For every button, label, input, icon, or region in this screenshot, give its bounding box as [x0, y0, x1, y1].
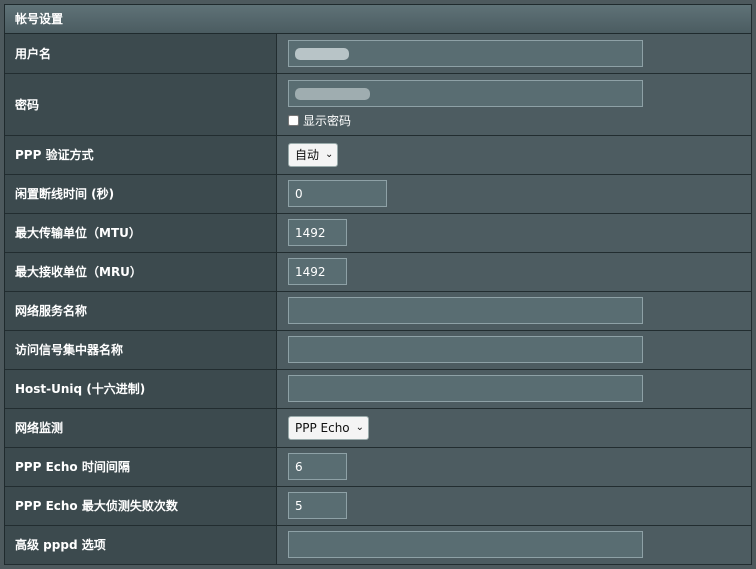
- row-host-uniq: Host-Uniq (十六进制): [5, 369, 751, 409]
- echo-interval-input[interactable]: [288, 453, 347, 480]
- row-mru: 最大接收单位（MRU）: [5, 252, 751, 292]
- ac-name-label: 访问信号集中器名称: [5, 330, 277, 370]
- mru-input[interactable]: [288, 258, 347, 285]
- username-redacted: [295, 48, 349, 61]
- net-monitor-selected: PPP Echo: [295, 420, 350, 435]
- row-mtu: 最大传输单位（MTU）: [5, 213, 751, 253]
- row-pppd-options: 高级 pppd 选项: [5, 525, 751, 565]
- service-name-label: 网络服务名称: [5, 291, 277, 331]
- row-username: 用户名: [5, 34, 751, 74]
- service-name-input[interactable]: [288, 297, 643, 324]
- username-input[interactable]: [288, 39, 643, 67]
- net-monitor-label: 网络监测: [5, 408, 277, 448]
- mtu-input[interactable]: [288, 219, 347, 246]
- show-password-row: 显示密码: [288, 112, 751, 129]
- host-uniq-input[interactable]: [288, 375, 643, 402]
- show-password-label: 显示密码: [303, 113, 352, 128]
- host-uniq-label: Host-Uniq (十六进制): [5, 369, 277, 409]
- echo-interval-label: PPP Echo 时间间隔: [5, 447, 277, 487]
- password-input[interactable]: [288, 79, 643, 107]
- chevron-down-icon: ⌄: [355, 422, 365, 433]
- mru-label: 最大接收单位（MRU）: [5, 252, 277, 292]
- echo-max-fail-label: PPP Echo 最大侦测失败次数: [5, 486, 277, 526]
- row-ppp-auth: PPP 验证方式 自动 ⌄: [5, 135, 751, 175]
- row-password: 密码 显示密码: [5, 73, 751, 136]
- net-monitor-select[interactable]: PPP Echo ⌄: [288, 415, 370, 440]
- row-service-name: 网络服务名称: [5, 291, 751, 331]
- idle-label: 闲置断线时间 (秒): [5, 174, 277, 214]
- ppp-auth-selected: 自动: [295, 148, 320, 162]
- settings-table: 用户名 密码 显示密码 PPP 验证方式 自动 ⌄ 闲置断线时间 (秒) 0 最…: [5, 34, 751, 565]
- password-redacted: [295, 88, 370, 100]
- username-label: 用户名: [5, 34, 277, 74]
- row-ac-name: 访问信号集中器名称: [5, 330, 751, 370]
- idle-input[interactable]: [288, 180, 387, 207]
- row-idle: 闲置断线时间 (秒): [5, 174, 751, 214]
- row-net-monitor: 网络监测 PPP Echo ⌄: [5, 408, 751, 448]
- ppp-auth-label: PPP 验证方式: [5, 135, 277, 175]
- section-title: 帐号设置: [5, 5, 751, 34]
- password-label: 密码: [5, 73, 277, 136]
- show-password-checkbox[interactable]: [288, 114, 299, 126]
- echo-max-fail-input[interactable]: [288, 492, 347, 519]
- row-echo-interval: PPP Echo 时间间隔: [5, 447, 751, 487]
- mtu-label: 最大传输单位（MTU）: [5, 213, 277, 253]
- ac-name-input[interactable]: [288, 336, 643, 363]
- account-settings-panel: 帐号设置 用户名 密码 显示密码 PPP 验证方式 自动 ⌄ 闲置断线时间 (秒…: [4, 4, 752, 565]
- chevron-down-icon: ⌄: [325, 149, 334, 160]
- row-echo-max-fail: PPP Echo 最大侦测失败次数: [5, 486, 751, 526]
- ppp-auth-select[interactable]: 自动 ⌄: [288, 142, 339, 167]
- pppd-options-label: 高级 pppd 选项: [5, 525, 277, 565]
- pppd-options-input[interactable]: [288, 531, 643, 558]
